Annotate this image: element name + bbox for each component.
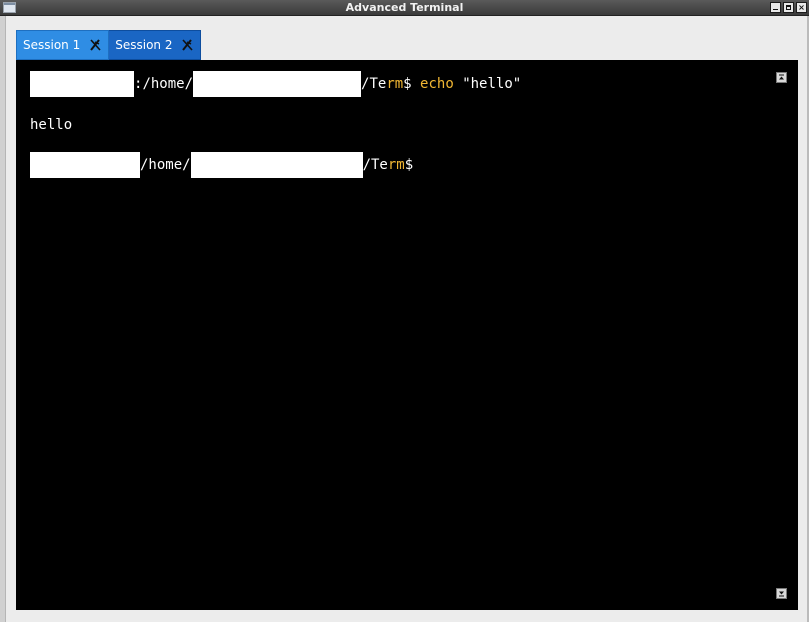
terminal-output[interactable]: :/home//Te rm $ echo "hello" hello /home//… <box>16 60 798 610</box>
path-prefix: /home/ <box>140 157 191 173</box>
command-text: echo <box>411 76 463 92</box>
close-button[interactable]: × <box>796 2 807 13</box>
arrow-up-icon <box>779 74 784 80</box>
minimize-button[interactable] <box>770 2 781 13</box>
close-tab-icon[interactable] <box>88 38 102 52</box>
redacted-user-host <box>30 71 134 97</box>
terminal-line: :/home/ /Te rm $ echo "hello" <box>30 71 521 97</box>
scroll-down-button[interactable] <box>776 588 787 599</box>
command-output: hello <box>30 117 73 133</box>
maximize-button[interactable] <box>783 2 794 13</box>
prompt-char: $ <box>404 157 414 173</box>
terminal-line: /home/ /Te rm $ <box>30 152 413 178</box>
tab-session-1[interactable]: Session 1 <box>16 30 110 60</box>
redacted-path <box>190 152 363 178</box>
arrow-down-icon <box>779 591 784 597</box>
tab-label: Session 2 <box>115 38 173 52</box>
prompt-separator: : <box>134 76 143 92</box>
path-suffix: /Te <box>361 76 387 92</box>
tab-session-2[interactable]: Session 2 <box>109 30 202 60</box>
tab-label: Session 1 <box>23 38 81 52</box>
window-controls: × <box>770 2 807 13</box>
redacted-path <box>193 71 362 97</box>
tab-bar: Session 1 Session 2 <box>16 30 202 60</box>
window-title: Advanced Terminal <box>345 1 464 14</box>
path-suffix-highlight: rm <box>386 76 404 92</box>
prompt-char: $ <box>403 76 412 92</box>
path-suffix: /Te <box>362 157 388 173</box>
scroll-up-button[interactable] <box>776 72 787 83</box>
terminal-line: hello <box>30 112 72 138</box>
close-tab-icon[interactable] <box>180 38 194 52</box>
path-prefix: /home/ <box>142 76 194 92</box>
path-suffix-highlight: rm <box>387 157 405 173</box>
redacted-user-host <box>30 152 140 178</box>
command-argument: "hello" <box>462 76 522 92</box>
title-bar[interactable]: Advanced Terminal × <box>0 0 809 16</box>
window-frame-left <box>0 16 6 622</box>
